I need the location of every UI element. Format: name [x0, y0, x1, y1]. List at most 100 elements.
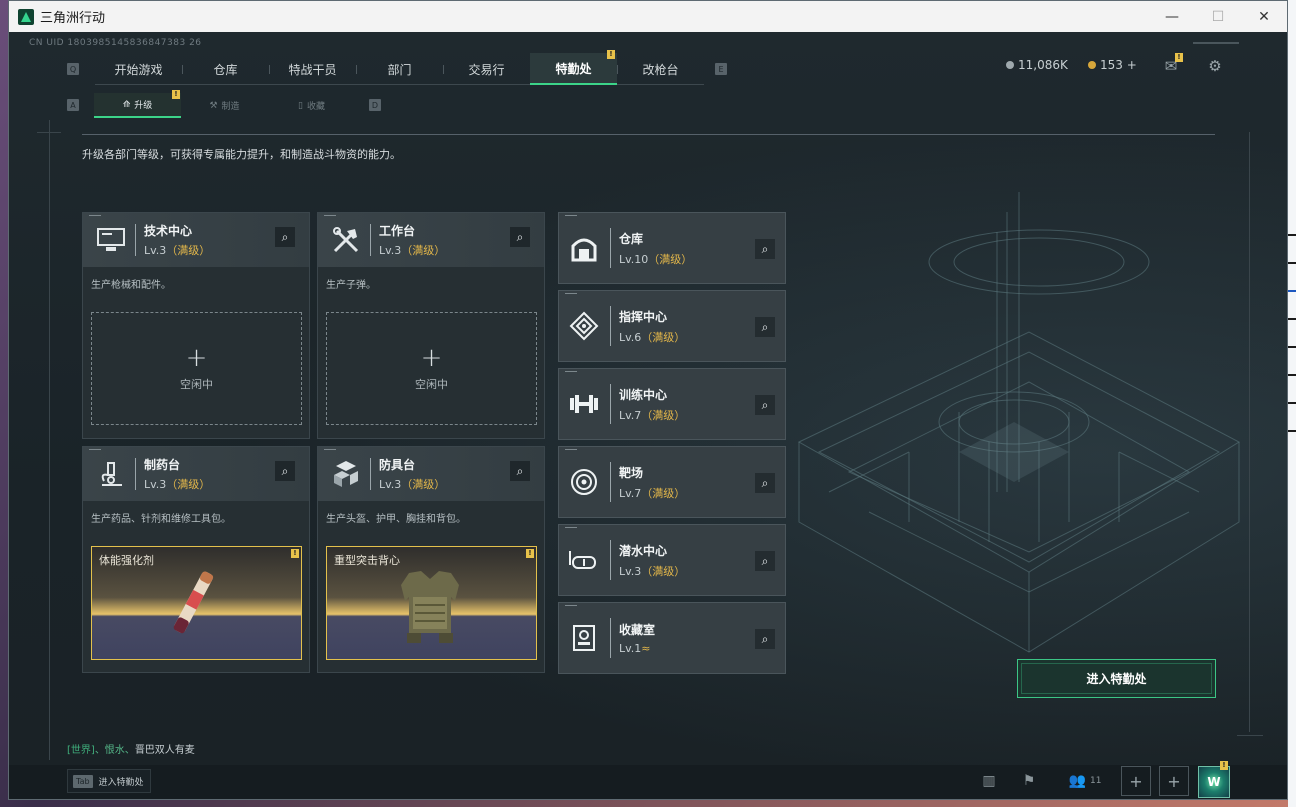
department-level: Lv.7 [619, 486, 642, 500]
notification-badge: ! [526, 549, 534, 558]
facility-level: Lv.3 [379, 478, 402, 491]
department-card-collection-room[interactable]: 收藏室 Lv.1≈ ⌕ [558, 602, 786, 674]
product-name: 重型突击背心 [334, 554, 400, 567]
silver-currency[interactable]: 11,086K [1006, 58, 1068, 72]
gear-icon[interactable]: ⚙ [1206, 57, 1224, 75]
search-icon: ⌕ [761, 475, 769, 490]
separator [610, 540, 611, 580]
department-card-training-center[interactable]: 训练中心 Lv.7（满级） ⌕ [558, 368, 786, 440]
facility-name: 工作台 [379, 224, 416, 238]
search-button[interactable]: ⌕ [755, 551, 775, 571]
search-button[interactable]: ⌕ [275, 227, 295, 247]
facility-card-armor-bench[interactable]: 防具台 Lv.3（满级） ⌕ 生产头盔、护甲、胸挂和背包。 重型突击背心 ! [317, 446, 545, 673]
search-button[interactable]: ⌕ [755, 317, 775, 337]
facility-level: Lv.3 [144, 244, 167, 257]
base-hologram-illustration [797, 192, 1241, 653]
product-slot[interactable]: 重型突击背心 ! [326, 546, 537, 660]
search-button[interactable]: ⌕ [510, 461, 530, 481]
tools-icon [326, 220, 366, 260]
gold-coin-icon [1088, 61, 1096, 69]
search-button[interactable]: ⌕ [275, 461, 295, 481]
search-button[interactable]: ⌕ [755, 629, 775, 649]
stats-icon[interactable]: ▥ [979, 769, 999, 793]
department-card-warehouse[interactable]: 仓库 Lv.10（满级） ⌕ [558, 212, 786, 284]
tab-warehouse[interactable]: 仓库 [182, 53, 269, 85]
collect-icon: ▯ [298, 100, 303, 111]
plus-icon: + [1129, 771, 1143, 791]
close-button[interactable]: ✕ [1241, 1, 1287, 32]
product-name: 体能强化剂 [99, 554, 154, 567]
search-icon: ⌕ [281, 229, 289, 244]
facility-card-workbench[interactable]: 工作台 Lv.3（满级） ⌕ 生产子弹。 + 空闲中 [317, 212, 545, 439]
desktop-background-edge [1288, 0, 1296, 807]
notification-badge: ! [172, 90, 180, 99]
department-card-shooting-range[interactable]: 靶场 Lv.7（满级） ⌕ [558, 446, 786, 518]
product-slot[interactable]: 体能强化剂 ! [91, 546, 302, 660]
enter-special-ops-button[interactable]: 进入特勤处 [1017, 659, 1216, 698]
department-level: Lv.10 [619, 252, 649, 266]
facility-card-tech-center[interactable]: 技术中心 Lv.3（满级） ⌕ 生产枪械和配件。 + 空闲中 [82, 212, 310, 439]
idle-slot[interactable]: + 空闲中 [91, 312, 302, 425]
chat-channel: [世界] [67, 745, 95, 756]
department-card-command-center[interactable]: 指挥中心 Lv.6（满级） ⌕ [558, 290, 786, 362]
uid-label: CN UID 1803985145836847383 26 [29, 38, 202, 48]
tab-hint-label: 进入特勤处 [98, 777, 144, 788]
gold-currency[interactable]: 153 + [1088, 58, 1137, 72]
dumbbell-icon [564, 384, 604, 424]
title-bar[interactable]: 三角洲行动 — ☐ ✕ [9, 1, 1287, 32]
avatar-initials: W [1207, 775, 1221, 789]
max-level-tag: （满级） [641, 564, 686, 578]
search-icon: ⌕ [761, 631, 769, 646]
subtab-craft[interactable]: ⚒ 制造 [181, 93, 268, 118]
department-name: 仓库 [619, 231, 644, 246]
notification-badge: ! [607, 50, 615, 59]
search-button[interactable]: ⌕ [755, 473, 775, 493]
tab-start-game[interactable]: 开始游戏 [95, 53, 182, 85]
subtab-collect[interactable]: ▯ 收藏 [268, 93, 355, 118]
mail-icon[interactable]: ✉ ! [1162, 53, 1183, 75]
idle-slot[interactable]: + 空闲中 [326, 312, 537, 425]
add-teammate-button[interactable]: + [1159, 766, 1189, 796]
facility-name: 制药台 [144, 458, 181, 472]
friends-icon: 👥 [1068, 773, 1086, 789]
max-level-tag: （满级） [641, 330, 686, 344]
add-teammate-button[interactable]: + [1121, 766, 1151, 796]
tab-gunsmith[interactable]: 改枪台 [617, 53, 704, 85]
search-button[interactable]: ⌕ [510, 227, 530, 247]
plus-icon: + [1167, 771, 1181, 791]
minimize-button[interactable]: — [1149, 1, 1195, 32]
tab-shortcut-hint[interactable]: Tab 进入特勤处 [67, 769, 151, 793]
frame-line-right [1249, 132, 1250, 732]
facility-name: 防具台 [379, 458, 416, 472]
tab-operators[interactable]: 特战干员 [269, 53, 356, 85]
friends-button[interactable]: 👥 11 [1065, 769, 1105, 793]
search-button[interactable]: ⌕ [755, 395, 775, 415]
search-button[interactable]: ⌕ [755, 239, 775, 259]
window-title: 三角洲行动 [40, 11, 106, 26]
friends-count: 11 [1089, 776, 1102, 786]
tab-departments[interactable]: 部门 [356, 53, 443, 85]
department-level: Lv.1 [619, 642, 642, 655]
key-hint-d: D [369, 99, 381, 111]
search-icon: ⌕ [516, 463, 524, 478]
maximize-button[interactable]: ☐ [1195, 1, 1241, 32]
avatar[interactable]: W ! [1198, 761, 1230, 798]
subtab-upgrade[interactable]: ⟰ 升级 ! [94, 90, 181, 118]
chat-line[interactable]: [世界]、恨水、晋巴双人有麦 [67, 741, 195, 756]
tab-special-ops[interactable]: 特勤处 ! [530, 50, 617, 85]
max-level-tag: （满级） [641, 408, 686, 422]
delta-force-logo-icon [18, 8, 34, 25]
chat-message: 晋巴双人有麦 [134, 745, 195, 756]
upgrade-arrows-icon: ≈ [641, 642, 651, 655]
department-name: 收藏室 [619, 623, 656, 637]
separator [135, 458, 136, 490]
facility-name: 技术中心 [144, 224, 193, 238]
facility-card-pharmacy[interactable]: 制药台 Lv.3（满级） ⌕ 生产药品、针剂和维修工具包。 体能强化剂 ! [82, 446, 310, 673]
frame-tick [37, 132, 61, 133]
department-card-diving-center[interactable]: 潜水中心 Lv.3（满级） ⌕ [558, 524, 786, 596]
flag-icon[interactable]: ⚑ [1019, 769, 1039, 793]
department-name: 指挥中心 [619, 309, 668, 324]
tab-trading[interactable]: 交易行 [443, 53, 530, 85]
department-level: Lv.6 [619, 330, 642, 344]
separator [370, 458, 371, 490]
